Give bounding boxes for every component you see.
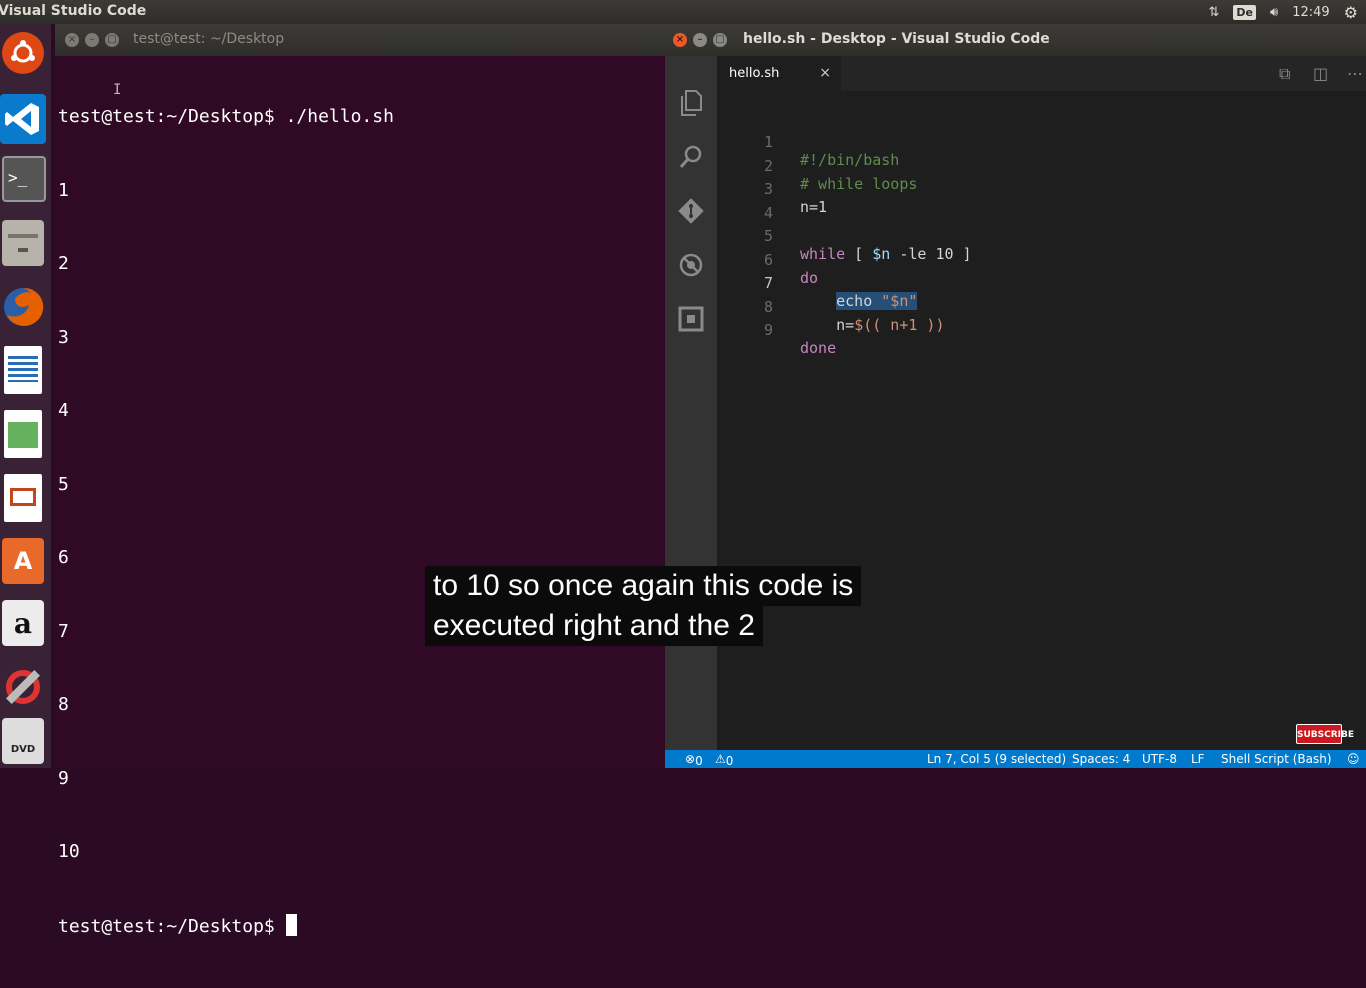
calc-launcher-icon[interactable]: [4, 410, 42, 458]
amazon-launcher-icon[interactable]: a: [2, 600, 44, 646]
code-text: done: [800, 339, 837, 357]
terminal-line: 3: [58, 326, 69, 348]
minimize-icon[interactable]: –: [693, 33, 707, 47]
minimize-icon[interactable]: –: [85, 33, 99, 47]
terminal-prompt-line[interactable]: test@test:~/Desktop$: [58, 913, 658, 940]
terminal-launcher-icon[interactable]: >_: [2, 156, 46, 202]
open-changes-icon[interactable]: ⧉: [1279, 56, 1290, 91]
terminal-prompt: test@test:~/Desktop$: [58, 915, 286, 937]
terminal-cursor: [285, 913, 297, 936]
terminal-line: 5: [58, 473, 69, 495]
system-settings-icon[interactable]: [0, 662, 46, 712]
code-line-5: 5 while [ $n -le 10 ]: [717, 209, 1366, 263]
terminal-line: test@test:~/Desktop$ ./hello.sh: [58, 106, 394, 127]
git-icon[interactable]: [677, 198, 705, 226]
vscode-window[interactable]: × – □ hello.sh - Desktop - Visual Studio…: [665, 24, 1366, 768]
gear-icon[interactable]: ⚙: [1344, 3, 1358, 22]
code-line-8: 8 n=$(( n+1 )): [717, 280, 1366, 334]
tab-strip: hello.sh × ⧉ ◫ ⋯: [717, 56, 1366, 91]
terminal-line: 4: [58, 400, 69, 421]
close-icon[interactable]: ×: [65, 33, 79, 47]
maximize-icon[interactable]: □: [713, 33, 727, 47]
warnings-indicator[interactable]: ⚠ 0: [715, 752, 733, 768]
writer-launcher-icon[interactable]: [4, 346, 42, 394]
errors-indicator[interactable]: ⊗ 0: [685, 752, 703, 768]
terminal-line: 1: [58, 179, 69, 201]
split-editor-icon[interactable]: ◫: [1313, 56, 1328, 91]
close-icon[interactable]: ×: [673, 33, 687, 47]
close-icon[interactable]: ×: [819, 56, 831, 91]
files-launcher-icon[interactable]: [2, 220, 44, 266]
vscode-titlebar[interactable]: × – □ hello.sh - Desktop - Visual Studio…: [665, 24, 1366, 56]
top-panel: Visual Studio Code ⇅ De 🔊︎ 12:49 ⚙: [0, 0, 1366, 24]
firefox-launcher-icon[interactable]: [0, 282, 46, 332]
debug-icon[interactable]: [677, 252, 705, 280]
launcher: >_ A a DVD: [0, 24, 52, 768]
code-line-4: 4: [717, 186, 1366, 222]
caption-line-1: to 10 so once again this code is: [425, 566, 862, 606]
indentation[interactable]: Spaces: 4: [1072, 752, 1130, 766]
vscode-title: hello.sh - Desktop - Visual Studio Code: [743, 31, 1050, 47]
subscribe-button[interactable]: SUBSCRIBE: [1296, 724, 1354, 744]
code-line-9: 9 done: [717, 303, 1366, 357]
terminal-line: 2: [58, 253, 69, 274]
caption-line-2: executed right and the 2: [425, 606, 763, 646]
clock[interactable]: 12:49: [1292, 5, 1329, 20]
code-line-3: 3 n=1: [717, 162, 1366, 216]
impress-launcher-icon[interactable]: [4, 474, 42, 522]
code-line-1: 1 #!/bin/bash: [717, 115, 1366, 169]
code-editor[interactable]: 1 #!/bin/bash 2 # while loops 3 n=1 4 5 …: [717, 91, 1366, 750]
explorer-icon[interactable]: [677, 90, 705, 118]
terminal-title: test@test: ~/Desktop: [133, 31, 285, 47]
terminal-titlebar[interactable]: × – □ test@test: ~/Desktop: [55, 24, 665, 56]
search-icon[interactable]: [677, 144, 705, 172]
dvd-drive-icon[interactable]: DVD: [2, 718, 44, 764]
terminal-window[interactable]: × – □ test@test: ~/Desktop test@test:~/D…: [55, 24, 665, 937]
extensions-icon[interactable]: [677, 306, 705, 334]
terminal-line: 8: [58, 694, 69, 715]
vscode-launcher-icon[interactable]: [0, 94, 46, 144]
line-number: 9: [763, 321, 773, 339]
tab-hello-sh[interactable]: hello.sh ×: [717, 56, 841, 91]
system-tray: ⇅ De 🔊︎ 12:49 ⚙: [1208, 0, 1358, 24]
warning-count: 0: [725, 754, 734, 768]
network-icon[interactable]: ⇅: [1208, 5, 1219, 20]
code-line-2: 2 # while loops: [717, 139, 1366, 193]
terminal-output[interactable]: test@test:~/Desktop$ ./hello.sh 1 2 3 4 …: [58, 56, 658, 988]
maximize-icon[interactable]: □: [105, 33, 119, 47]
feedback-icon[interactable]: ☺: [1347, 752, 1360, 766]
encoding[interactable]: UTF-8: [1142, 752, 1177, 766]
software-center-icon[interactable]: A: [2, 538, 44, 584]
terminal-line: 10: [58, 841, 80, 862]
text-cursor-icon: I: [113, 82, 122, 98]
terminal-line: 9: [58, 767, 69, 789]
keyboard-layout-indicator[interactable]: De: [1233, 4, 1256, 20]
error-count: 0: [695, 754, 703, 768]
cursor-position[interactable]: Ln 7, Col 5 (9 selected): [927, 752, 1066, 766]
code-line-6: 6 do: [717, 233, 1366, 287]
volume-icon[interactable]: 🔊︎: [1270, 5, 1278, 20]
active-app-title: Visual Studio Code: [0, 3, 147, 19]
status-bar: ⊗ 0 ⚠ 0 Ln 7, Col 5 (9 selected) Spaces:…: [665, 750, 1366, 768]
more-actions-icon[interactable]: ⋯: [1347, 56, 1363, 91]
line-ending[interactable]: LF: [1191, 752, 1205, 766]
tab-label: hello.sh: [729, 66, 780, 81]
language-mode[interactable]: Shell Script (Bash): [1221, 752, 1332, 766]
code-line-7: 7 echo "$n": [717, 256, 1366, 310]
ubuntu-dash-icon[interactable]: [2, 32, 44, 74]
